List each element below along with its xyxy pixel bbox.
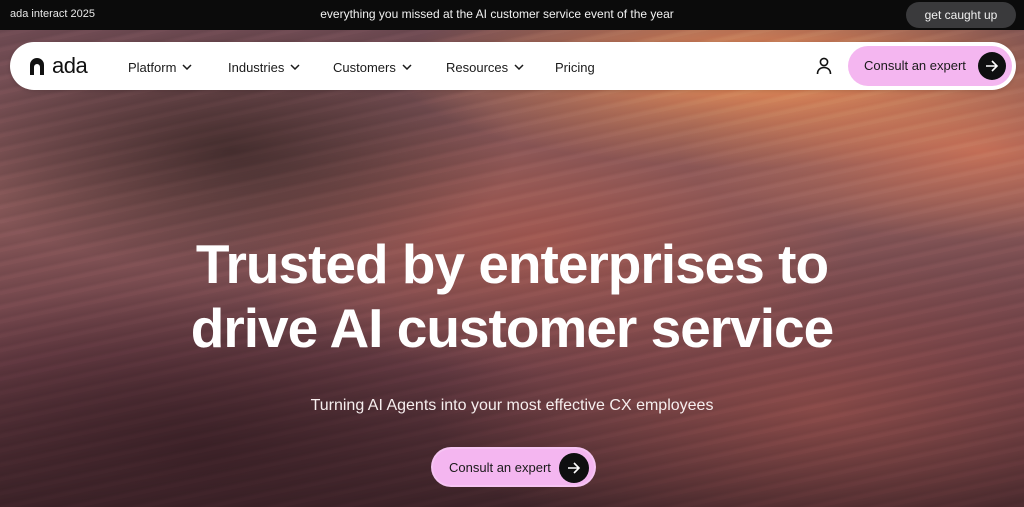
announcement-message[interactable]: everything you missed at the AI customer…	[0, 7, 1024, 21]
nav-item-label: Industries	[228, 59, 285, 75]
arrow-right-icon	[978, 52, 1006, 80]
arrow-right-icon	[559, 453, 589, 483]
get-caught-up-button[interactable]: get caught up	[906, 2, 1016, 28]
nav-item-resources[interactable]: Resources	[446, 57, 524, 77]
user-icon	[816, 57, 832, 75]
nav-item-industries[interactable]: Industries	[228, 57, 300, 77]
nav-item-pricing[interactable]: Pricing	[555, 57, 595, 77]
nav-item-customers[interactable]: Customers	[333, 57, 412, 77]
account-button[interactable]	[808, 50, 840, 82]
consult-expert-label: Consult an expert	[864, 58, 966, 73]
chevron-down-icon	[182, 64, 192, 70]
ada-logo[interactable]: ada	[28, 53, 88, 78]
main-nav: ada Platform Industries Customers Resour…	[10, 42, 1016, 90]
ada-logo-icon	[28, 56, 46, 76]
hero-headline-line-2: drive AI customer service	[190, 297, 834, 359]
consult-expert-label: Consult an expert	[449, 460, 551, 475]
nav-item-label: Resources	[446, 59, 509, 75]
ada-logo-wordmark: ada	[52, 53, 88, 78]
nav-item-platform[interactable]: Platform	[128, 57, 192, 77]
nav-item-label: Platform	[128, 59, 177, 75]
chevron-down-icon	[514, 64, 524, 70]
hero-headline-line-1: Trusted by enterprises to	[195, 233, 829, 295]
nav-item-label: Pricing	[555, 59, 595, 75]
nav-item-label: Customers	[333, 59, 396, 75]
hero-headline: Trusted by enterprises to drive AI custo…	[0, 232, 1024, 360]
hero-subtitle: Turning AI Agents into your most effecti…	[310, 397, 714, 414]
chevron-down-icon	[402, 64, 412, 70]
consult-expert-nav-button[interactable]: Consult an expert	[848, 46, 1012, 86]
consult-expert-hero-button[interactable]: Consult an expert	[431, 447, 596, 487]
announcement-bar: ada interact 2025 everything you missed …	[0, 0, 1024, 30]
chevron-down-icon	[290, 64, 300, 70]
